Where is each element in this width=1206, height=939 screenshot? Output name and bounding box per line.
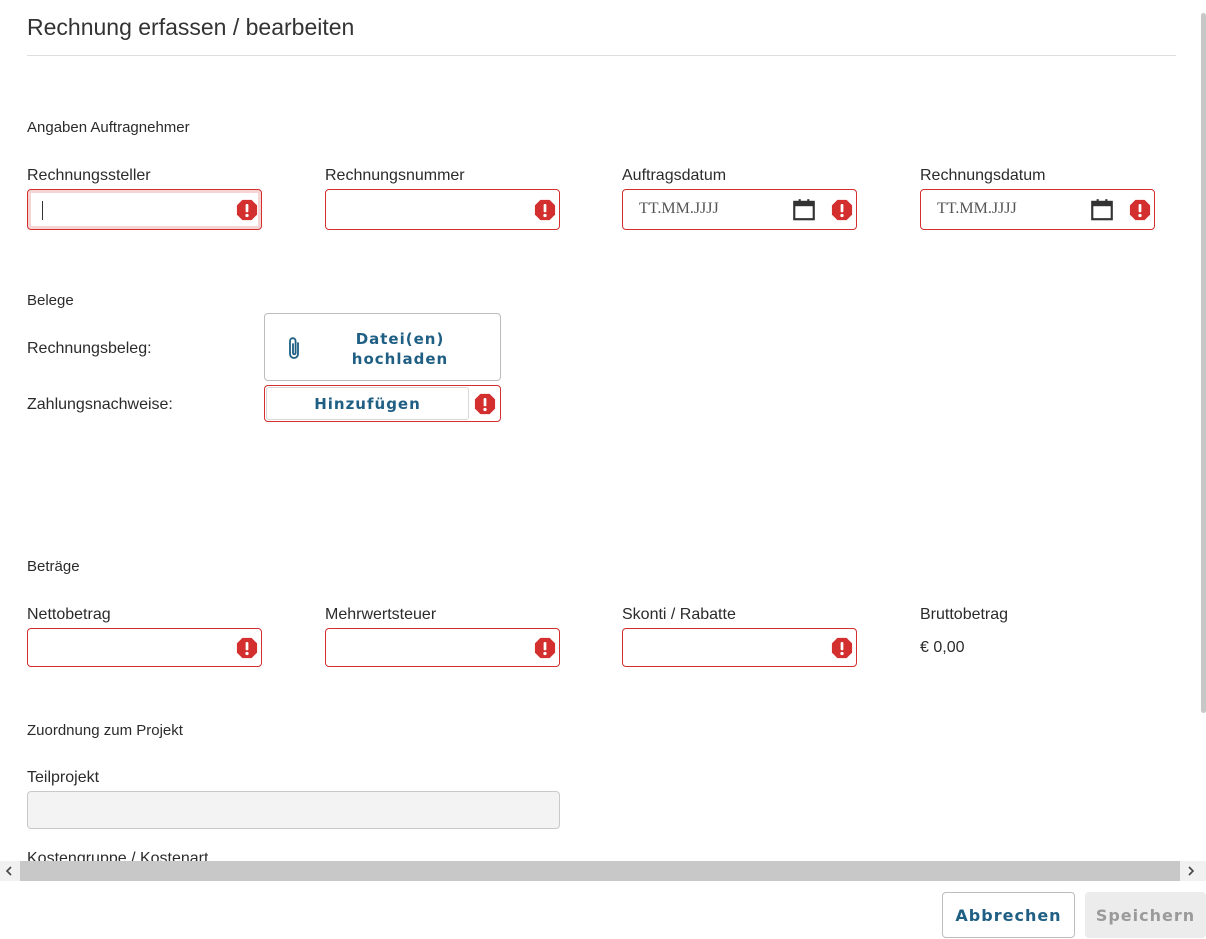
mehrwertsteuer-input[interactable] <box>325 628 560 667</box>
alert-icon <box>236 199 258 221</box>
brutto-value: € 0,00 <box>920 639 965 656</box>
section-title-belege: Belege <box>27 292 74 309</box>
nettobetrag-input[interactable] <box>27 628 262 667</box>
section-title-auftragnehmer: Angaben Auftragnehmer <box>27 119 190 136</box>
mehrwertsteuer-label: Mehrwertsteuer <box>325 606 437 623</box>
section-title-projekt: Zuordnung zum Projekt <box>27 722 183 739</box>
upload-files-button[interactable]: Datei(en) hochladen <box>264 313 501 381</box>
vertical-scrollbar[interactable] <box>1199 0 1206 850</box>
skonti-label: Skonti / Rabatte <box>622 606 736 623</box>
save-button[interactable]: Speichern <box>1085 892 1206 938</box>
brutto-label: Bruttobetrag <box>920 606 1009 623</box>
cancel-button[interactable]: Abbrechen <box>942 892 1075 938</box>
page-title: Rechnung erfassen / bearbeiten <box>27 14 355 40</box>
alert-icon <box>534 637 556 659</box>
rechnungsnummer-input[interactable] <box>325 189 560 230</box>
chevron-left-icon[interactable] <box>4 866 14 876</box>
rechnungsnummer-label: Rechnungsnummer <box>325 167 465 184</box>
rechnungsbeleg-label: Rechnungsbeleg: <box>27 340 152 357</box>
alert-icon <box>831 199 853 221</box>
calendar-icon[interactable] <box>1089 197 1115 223</box>
add-button[interactable]: Hinzufügen <box>266 387 469 420</box>
upload-button-line1: Datei(en) <box>355 330 445 348</box>
rechnungssteller-input[interactable] <box>27 189 262 230</box>
chevron-right-icon[interactable] <box>1186 866 1196 876</box>
teilprojekt-label: Teilprojekt <box>27 769 100 786</box>
teilprojekt-select[interactable] <box>27 791 560 829</box>
section-title-betraege: Beträge <box>27 558 80 575</box>
nettobetrag-label: Nettobetrag <box>27 606 111 623</box>
alert-icon <box>474 393 496 415</box>
date-placeholder: TT.MM.JJJJ <box>937 200 1017 217</box>
title-divider <box>27 55 1176 56</box>
date-placeholder: TT.MM.JJJJ <box>639 200 719 217</box>
vertical-scrollbar-thumb[interactable] <box>1201 13 1206 713</box>
kostengruppe-label: Kostengruppe / Kostenart <box>27 850 209 861</box>
rechnungsdatum-input[interactable]: TT.MM.JJJJ <box>920 189 1155 230</box>
zahlungsnachweise-label: Zahlungsnachweise: <box>27 396 173 413</box>
upload-button-line2: hochladen <box>351 350 449 368</box>
auftragsdatum-input[interactable]: TT.MM.JJJJ <box>622 189 857 230</box>
auftragsdatum-label: Auftragsdatum <box>622 167 727 184</box>
text-caret <box>42 201 43 220</box>
calendar-icon[interactable] <box>791 197 817 223</box>
zahlungsnachweise-field: Hinzufügen <box>264 385 501 422</box>
rechnungsdatum-label: Rechnungsdatum <box>920 167 1046 184</box>
alert-icon <box>831 637 853 659</box>
paperclip-icon <box>289 337 299 359</box>
skonti-input[interactable] <box>622 628 857 667</box>
horizontal-scrollbar-thumb[interactable] <box>20 861 1180 881</box>
alert-icon <box>236 637 258 659</box>
rechnungssteller-label: Rechnungssteller <box>27 167 151 184</box>
alert-icon <box>1129 199 1151 221</box>
horizontal-scrollbar[interactable] <box>0 861 1206 881</box>
alert-icon <box>534 199 556 221</box>
